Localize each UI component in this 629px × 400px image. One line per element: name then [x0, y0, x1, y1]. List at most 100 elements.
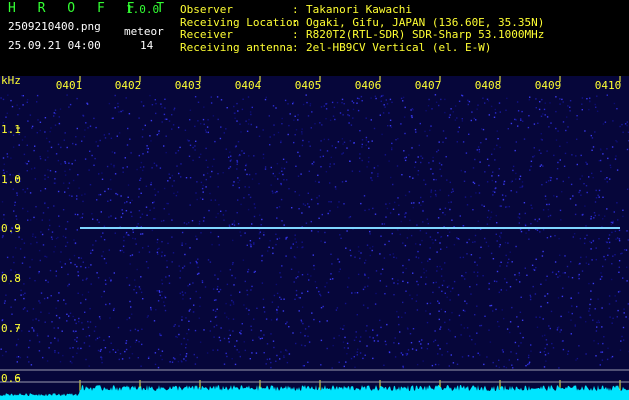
- noise-speck: [446, 246, 448, 248]
- noise-speck: [545, 360, 547, 362]
- noise-speck: [460, 169, 462, 172]
- noise-speck: [600, 170, 602, 172]
- noise-speck: [333, 337, 335, 339]
- noise-speck: [236, 102, 238, 105]
- noise-speck: [69, 258, 71, 261]
- noise-speck: [557, 276, 559, 278]
- noise-speck: [418, 340, 421, 343]
- noise-speck: [464, 310, 466, 312]
- noise-speck: [161, 297, 163, 299]
- noise-speck: [474, 241, 476, 243]
- noise-speck: [283, 224, 285, 226]
- noise-speck: [476, 108, 478, 110]
- noise-speck: [320, 140, 322, 142]
- noise-speck: [464, 278, 466, 280]
- noise-speck: [606, 181, 608, 183]
- noise-speck: [71, 362, 73, 364]
- noise-speck: [241, 150, 243, 152]
- noise-speck: [429, 313, 431, 315]
- noise-speck: [383, 257, 386, 259]
- noise-speck: [484, 237, 486, 240]
- noise-speck: [71, 195, 73, 197]
- noise-speck: [420, 204, 422, 206]
- noise-speck: [377, 175, 379, 177]
- noise-speck: [242, 259, 245, 261]
- noise-speck: [618, 260, 621, 262]
- noise-speck: [427, 343, 429, 345]
- noise-speck: [181, 316, 183, 318]
- noise-speck: [425, 232, 428, 234]
- noise-speck: [121, 249, 123, 252]
- noise-speck: [262, 153, 265, 156]
- noise-speck: [246, 294, 249, 296]
- noise-speck: [227, 318, 230, 320]
- noise-speck: [258, 237, 261, 240]
- noise-speck: [282, 158, 285, 160]
- noise-speck: [488, 164, 490, 167]
- noise-speck: [388, 160, 390, 162]
- noise-speck: [599, 364, 601, 366]
- noise-speck: [16, 104, 18, 106]
- noise-speck: [491, 153, 493, 155]
- noise-speck: [260, 224, 262, 226]
- noise-speck: [434, 330, 436, 332]
- noise-speck: [357, 273, 360, 276]
- noise-speck: [53, 115, 55, 117]
- noise-speck: [540, 305, 542, 308]
- noise-speck: [166, 260, 168, 262]
- noise-speck: [544, 295, 546, 297]
- noise-speck: [337, 141, 340, 143]
- noise-speck: [185, 343, 187, 346]
- noise-speck: [422, 221, 424, 223]
- noise-speck: [135, 292, 138, 294]
- noise-speck: [243, 197, 245, 199]
- noise-speck: [361, 139, 364, 141]
- noise-speck: [84, 158, 87, 160]
- time-label: 0406: [354, 79, 382, 92]
- noise-speck: [188, 140, 190, 142]
- noise-speck: [566, 141, 568, 144]
- noise-speck: [327, 291, 330, 294]
- noise-speck: [456, 237, 458, 239]
- noise-speck: [98, 221, 100, 223]
- noise-speck: [559, 145, 561, 147]
- noise-speck: [250, 123, 252, 126]
- noise-speck: [529, 96, 531, 98]
- noise-speck: [546, 343, 548, 346]
- noise-speck: [201, 281, 204, 284]
- noise-speck: [482, 128, 485, 131]
- noise-speck: [482, 275, 484, 277]
- noise-speck: [488, 114, 490, 116]
- noise-speck: [1, 201, 4, 203]
- noise-speck: [281, 117, 283, 120]
- noise-speck: [14, 299, 16, 301]
- noise-speck: [87, 291, 90, 293]
- noise-speck: [102, 251, 104, 253]
- noise-speck: [229, 151, 231, 153]
- noise-speck: [302, 322, 304, 325]
- noise-speck: [132, 231, 134, 233]
- noise-speck: [489, 305, 491, 307]
- noise-speck: [438, 104, 440, 107]
- noise-speck: [507, 242, 509, 244]
- noise-speck: [118, 132, 121, 134]
- noise-speck: [157, 348, 160, 351]
- noise-speck: [330, 156, 332, 159]
- noise-speck: [427, 260, 429, 262]
- noise-speck: [212, 115, 215, 117]
- noise-speck: [119, 249, 122, 252]
- noise-speck: [45, 279, 47, 282]
- noise-speck: [604, 121, 607, 123]
- noise-speck: [250, 113, 252, 116]
- noise-speck: [533, 123, 536, 125]
- noise-speck: [559, 331, 561, 333]
- noise-speck: [179, 292, 181, 295]
- noise-speck: [498, 366, 500, 369]
- noise-speck: [313, 264, 315, 267]
- noise-speck: [495, 181, 497, 183]
- noise-speck: [351, 100, 353, 102]
- noise-speck: [500, 261, 502, 263]
- noise-speck: [394, 201, 396, 204]
- noise-speck: [359, 157, 361, 159]
- noise-speck: [37, 272, 40, 274]
